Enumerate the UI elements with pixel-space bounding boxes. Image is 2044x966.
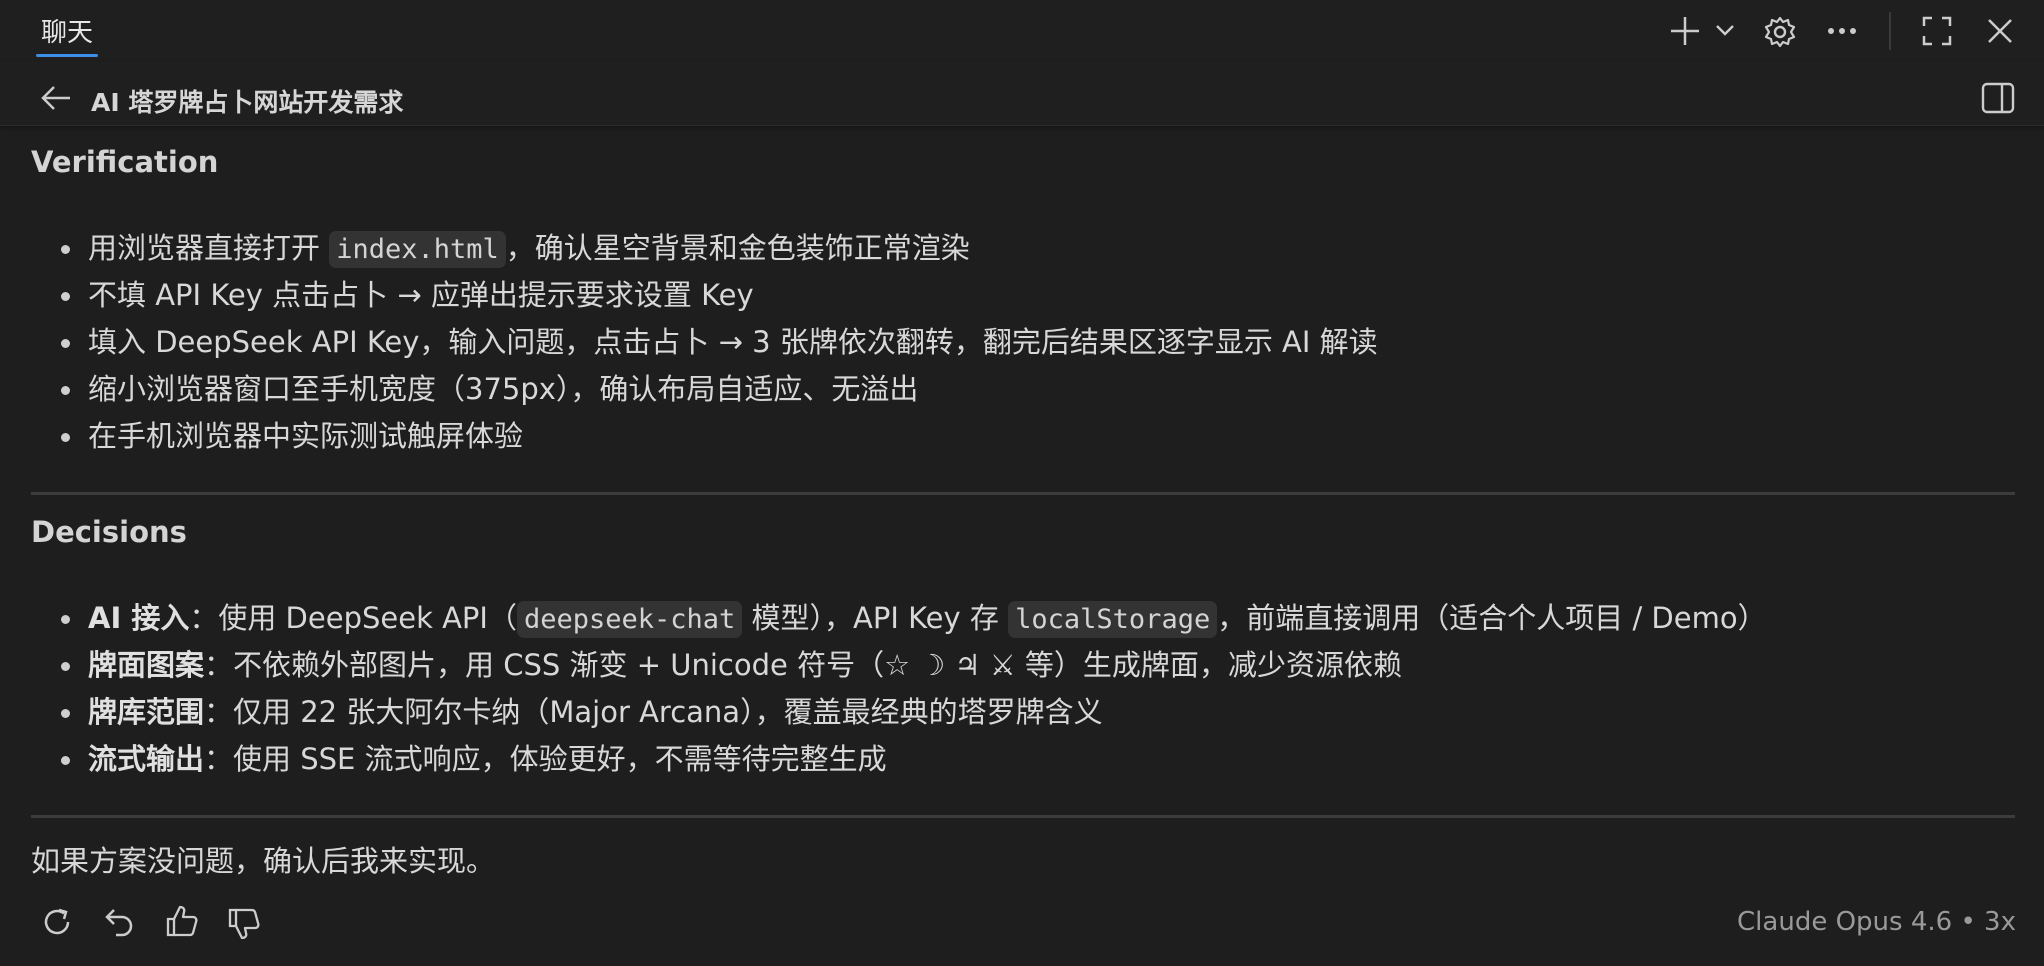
inline-code: deepseek-chat bbox=[516, 601, 743, 638]
verification-heading: Verification bbox=[31, 145, 219, 179]
list-item: 牌库范围：仅用 22 张大阿尔卡纳（Major Arcana），覆盖最经典的塔罗… bbox=[0, 689, 1767, 736]
more-icon[interactable] bbox=[1827, 27, 1857, 35]
list-text: ：使用 SSE 流式响应，体验更好，不需等待完整生成 bbox=[204, 742, 887, 776]
decisions-heading: Decisions bbox=[31, 515, 187, 549]
undo-icon[interactable] bbox=[102, 905, 136, 939]
thumbs-down-icon[interactable] bbox=[226, 906, 262, 942]
list-text: ：仅用 22 张大阿尔卡纳（Major Arcana），覆盖最经典的塔罗牌含义 bbox=[204, 695, 1103, 729]
list-item-term: 流式输出 bbox=[88, 742, 205, 776]
list-item: 牌面图案：不依赖外部图片，用 CSS 渐变 + Unicode 符号（☆ ☽ ♃… bbox=[0, 642, 1767, 689]
toolbar-divider bbox=[1889, 12, 1891, 50]
list-text: ：不依赖外部图片，用 CSS 渐变 + Unicode 符号（☆ ☽ ♃ ⚔ 等… bbox=[204, 648, 1402, 682]
list-text: ：使用 DeepSeek API（ bbox=[189, 601, 517, 635]
retry-icon[interactable] bbox=[40, 905, 74, 939]
list-text: 模型），API Key 存 bbox=[742, 601, 1009, 635]
inline-code: localStorage bbox=[1008, 601, 1218, 638]
list-text: ，前端直接调用（适合个人项目 / Demo） bbox=[1217, 601, 1767, 635]
active-tab-indicator bbox=[36, 54, 98, 57]
close-icon[interactable] bbox=[1985, 16, 2015, 46]
list-item-term: 牌面图案 bbox=[88, 648, 205, 682]
verification-list: 用浏览器直接打开 index.html ，确认星空背景和金色装饰正常渲染 不填 A… bbox=[0, 225, 1378, 460]
model-label[interactable]: Claude Opus 4.6 • 3x bbox=[1737, 907, 2016, 937]
chevron-down-icon[interactable] bbox=[1715, 22, 1735, 38]
conversation-title: AI 塔罗牌占卜网站开发需求 bbox=[91, 88, 404, 117]
tab-chat[interactable]: 聊天 bbox=[41, 12, 93, 49]
split-panel-icon[interactable] bbox=[1981, 82, 2015, 114]
maximize-icon[interactable] bbox=[1921, 15, 1953, 47]
inline-code: index.html bbox=[329, 231, 506, 268]
list-item: 在手机浏览器中实际测试触屏体验 bbox=[0, 413, 1378, 460]
list-text: ，确认星空背景和金色装饰正常渲染 bbox=[505, 231, 970, 265]
list-item: 不填 API Key 点击占卜 → 应弹出提示要求设置 Key bbox=[0, 272, 1378, 319]
top-bar: 聊天 bbox=[0, 0, 2044, 62]
list-item: 缩小浏览器窗口至手机宽度（375px），确认布局自适应、无溢出 bbox=[0, 366, 1378, 413]
decisions-list: AI 接入：使用 DeepSeek API（ deepseek-chat 模型），… bbox=[0, 595, 1767, 783]
list-item: 流式输出：使用 SSE 流式响应，体验更好，不需等待完整生成 bbox=[0, 736, 1767, 783]
section-divider bbox=[31, 815, 2015, 818]
list-text: 用浏览器直接打开 bbox=[88, 231, 330, 265]
list-item: AI 接入：使用 DeepSeek API（ deepseek-chat 模型），… bbox=[0, 595, 1767, 642]
list-item-term: AI 接入 bbox=[88, 601, 190, 635]
back-arrow-icon[interactable] bbox=[40, 84, 72, 112]
list-item: 填入 DeepSeek API Key，输入问题，点击占卜 → 3 张牌依次翻转… bbox=[0, 319, 1378, 366]
thumbs-up-icon[interactable] bbox=[164, 903, 200, 939]
list-item-term: 牌库范围 bbox=[88, 695, 205, 729]
list-item: 用浏览器直接打开 index.html ，确认星空背景和金色装饰正常渲染 bbox=[0, 225, 1378, 272]
final-message: 如果方案没问题，确认后我来实现。 bbox=[31, 844, 496, 878]
section-divider bbox=[31, 492, 2015, 495]
plus-icon[interactable] bbox=[1668, 14, 1702, 48]
gear-icon[interactable] bbox=[1763, 15, 1797, 49]
